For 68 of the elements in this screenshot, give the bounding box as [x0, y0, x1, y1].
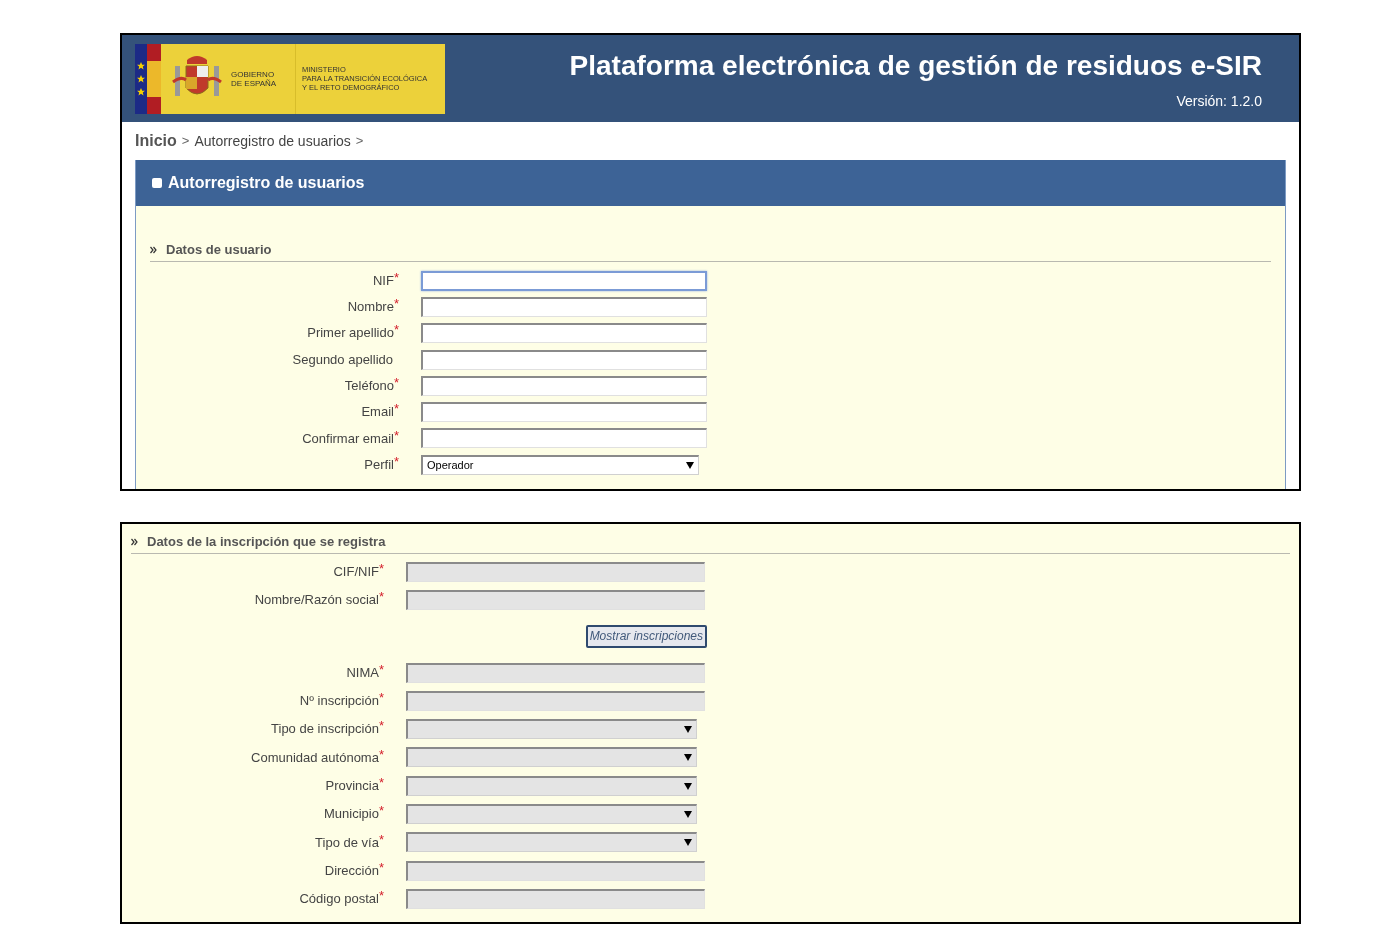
- breadcrumb-link[interactable]: Autorregistro de usuarios: [194, 130, 351, 152]
- flag-stripe-icon: [135, 43, 161, 114]
- app-title: Plataforma electrónica de gestión de residuos e-SIR: [569, 49, 1262, 83]
- double-chevron-icon: [131, 537, 138, 546]
- required-mark: *: [393, 402, 399, 419]
- field-label: Primer apellido: [307, 324, 394, 343]
- field-label: Teléfono: [344, 377, 394, 396]
- required-mark: *: [393, 376, 399, 393]
- required-mark: *: [393, 323, 399, 338]
- input-field[interactable]: [421, 349, 707, 370]
- required-mark: *: [378, 804, 384, 819]
- field-label: Provincia: [325, 776, 379, 795]
- field-label: Código postal: [299, 890, 379, 909]
- logo-text: GOBIERNO: [231, 69, 276, 79]
- required-mark: *: [393, 297, 399, 314]
- required-mark: *: [378, 590, 384, 607]
- logo-text: DE ESPAÑA: [231, 78, 278, 88]
- required-mark: *: [378, 860, 384, 877]
- field-label: Segundo apellido: [292, 350, 393, 369]
- required-mark: *: [378, 832, 384, 849]
- breadcrumb-separator: >: [181, 132, 190, 151]
- field-label: Tipo de vía: [315, 833, 379, 852]
- required-mark: *: [378, 719, 384, 734]
- field-label: Tipo de inscripción: [271, 720, 379, 739]
- required-mark: *: [393, 428, 399, 445]
- required-mark: *: [378, 691, 384, 706]
- input-field[interactable]: [421, 428, 707, 449]
- panel-title: Autorregistro de usuarios: [168, 173, 365, 193]
- field-label: Perfil: [364, 455, 394, 474]
- show-inscriptions-button[interactable]: Mostrar inscripciones: [585, 624, 707, 648]
- field-label: Email: [361, 403, 394, 422]
- double-chevron-icon: [150, 245, 157, 254]
- required-mark: *: [378, 775, 384, 792]
- field-label: NIF: [373, 271, 394, 290]
- dropdown-field[interactable]: Operador: [421, 454, 699, 475]
- required-mark: *: [393, 454, 399, 471]
- section-title: Datos de usuario: [166, 241, 272, 259]
- breadcrumb-link[interactable]: Inicio: [135, 129, 177, 153]
- required-mark: *: [393, 270, 399, 287]
- section-title: Datos de la inscripción que se registra: [147, 533, 386, 551]
- required-mark: *: [378, 561, 384, 578]
- field-label: Dirección: [324, 861, 379, 880]
- field-label: NIMA: [346, 663, 379, 682]
- dropdown-value: Operador: [427, 457, 474, 473]
- input-field[interactable]: [421, 296, 707, 317]
- field-label: Confirmar email: [302, 429, 394, 448]
- dropdown-arrow-icon: [684, 754, 692, 762]
- dropdown-arrow-icon: [686, 461, 694, 469]
- input-field[interactable]: [421, 323, 707, 344]
- dropdown-arrow-icon: [684, 811, 692, 818]
- field-label: Nombre: [347, 298, 394, 317]
- dropdown-arrow-icon: [684, 839, 692, 847]
- dropdown-arrow-icon: [684, 782, 692, 790]
- field-label: Comunidad autónoma: [251, 748, 379, 767]
- field-label: Municipio: [324, 805, 379, 824]
- required-mark: *: [378, 747, 384, 764]
- version-text: Versión: 1.2.0: [1176, 92, 1262, 111]
- field-label: Nº inscripción: [299, 692, 379, 711]
- required-mark: *: [378, 662, 384, 679]
- required-mark: *: [378, 889, 384, 904]
- breadcrumb-separator: >: [355, 132, 364, 151]
- field-label: CIF/NIF: [333, 562, 379, 581]
- input-field[interactable]: [421, 402, 707, 423]
- square-bullet-icon: [152, 178, 162, 188]
- dropdown-arrow-icon: [684, 726, 692, 734]
- input-field[interactable]: [421, 270, 707, 291]
- field-label: Nombre/Razón social: [254, 591, 379, 610]
- input-field[interactable]: [421, 375, 707, 396]
